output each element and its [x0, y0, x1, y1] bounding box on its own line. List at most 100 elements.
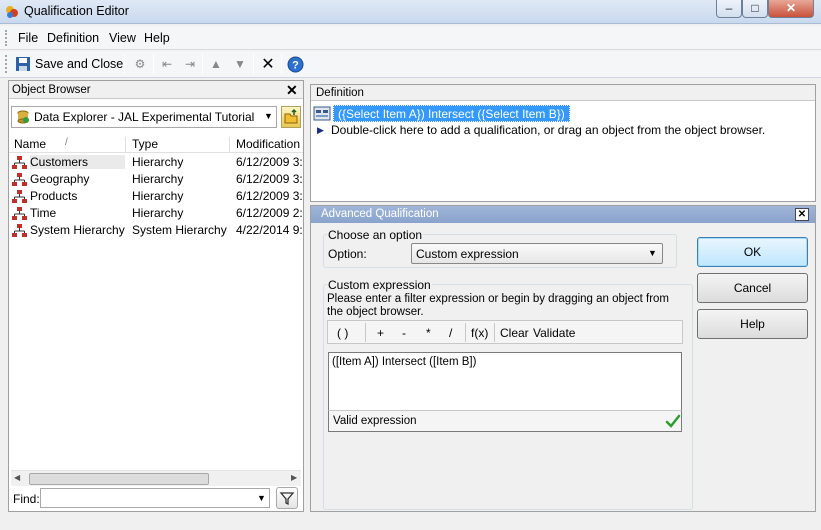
table-row[interactable]: Products Hierarchy 6/12/2009 3:3	[9, 188, 303, 205]
app-icon	[6, 6, 18, 18]
row-name: System Hierarchy	[30, 223, 125, 237]
minus-button[interactable]: -	[402, 326, 406, 340]
save-close-button[interactable]: Save and Close	[15, 54, 123, 74]
save-icon	[16, 57, 30, 71]
row-modified: 6/12/2009 2:4	[236, 206, 303, 220]
option-label: Option:	[328, 247, 367, 261]
option-select[interactable]: Custom expression ▼	[411, 243, 663, 264]
row-modified: 6/12/2009 3:3	[236, 172, 303, 186]
hierarchy-icon	[12, 224, 27, 237]
minimize-button[interactable]: –	[716, 0, 742, 18]
add-arrow-icon: ▶	[317, 125, 324, 135]
row-modified: 6/12/2009 3:3	[236, 189, 303, 203]
definition-expression[interactable]: ({Select Item A}) Intersect ({Select Ite…	[333, 105, 570, 122]
definition-header: Definition	[311, 85, 815, 101]
check-icon	[665, 414, 681, 428]
find-label: Find:	[13, 492, 40, 506]
row-name: Time	[30, 206, 57, 220]
datasource-select[interactable]: Data Explorer - JAL Experimental Tutoria…	[11, 106, 277, 128]
definition-title: Definition	[316, 87, 364, 99]
toolbar-separator	[202, 54, 203, 74]
hierarchy-icon	[12, 156, 27, 169]
advanced-qualification-panel: Advanced Qualification ✕ Choose an optio…	[310, 205, 816, 512]
advanced-close-icon[interactable]: ✕	[795, 208, 809, 221]
move-up-icon[interactable]: ▲	[207, 55, 225, 73]
scroll-left-icon[interactable]: ◀	[14, 473, 20, 482]
table-row[interactable]: Geography Hierarchy 6/12/2009 3:3	[9, 171, 303, 188]
divide-button[interactable]: /	[449, 326, 452, 340]
cancel-button[interactable]: Cancel	[697, 273, 808, 303]
object-browser-title: Object Browser	[12, 84, 91, 96]
menu-grip	[5, 30, 8, 46]
help-icon[interactable]: ?	[287, 56, 304, 73]
menu-help[interactable]: Help	[144, 31, 170, 45]
maximize-button[interactable]: □	[742, 0, 768, 18]
definition-panel: Definition ({Select Item A}) Intersect (…	[310, 84, 816, 202]
table-row[interactable]: Time Hierarchy 6/12/2009 2:4	[9, 205, 303, 222]
ok-button[interactable]: OK	[697, 237, 808, 267]
scrollbar-thumb[interactable]	[29, 473, 209, 485]
row-modified: 4/22/2014 9:5	[236, 223, 303, 237]
advanced-qualification-title: Advanced Qualification	[321, 208, 439, 220]
help-button[interactable]: Help	[697, 309, 808, 339]
row-modified: 6/12/2009 3:2	[236, 155, 303, 169]
filter-icon	[279, 492, 295, 506]
filter-button[interactable]	[276, 487, 298, 509]
datasource-icon	[17, 110, 29, 124]
svg-text:?: ?	[292, 60, 299, 72]
toolbar: Save and Close ⚙ ⇤ ⇥ ▲ ▼ ✕ ?	[0, 51, 821, 78]
open-folder-button[interactable]	[281, 106, 301, 128]
menu-definition[interactable]: Definition	[47, 31, 99, 45]
toolbar-separator	[253, 54, 254, 74]
row-name: Customers	[30, 155, 125, 169]
row-name: Geography	[30, 172, 90, 186]
hierarchy-icon	[12, 173, 27, 186]
delete-icon[interactable]: ✕	[259, 55, 277, 73]
function-button[interactable]: f(x)	[471, 326, 488, 340]
validate-button[interactable]: Validate	[533, 326, 575, 340]
set-operator-icon	[313, 106, 331, 121]
operator-separator	[365, 323, 366, 342]
menu-bar: File Definition View Help	[0, 26, 821, 50]
datasource-value: Data Explorer - JAL Experimental Tutoria…	[34, 110, 255, 124]
table-row[interactable]: System Hierarchy System Hierarchy 4/22/201…	[9, 222, 303, 239]
multiply-button[interactable]: *	[426, 326, 431, 340]
find-input[interactable]: ▼	[40, 488, 270, 508]
indent-icon[interactable]: ⇤	[158, 55, 176, 73]
object-browser-close-icon[interactable]: ✕	[286, 82, 298, 99]
plus-button[interactable]: +	[377, 326, 384, 340]
outdent-icon[interactable]: ⇥	[181, 55, 199, 73]
column-header-name[interactable]: Name /	[9, 137, 126, 153]
clear-button[interactable]: Clear	[500, 326, 529, 340]
operator-bar: ( ) + - * / f(x) Clear Validate	[327, 320, 683, 344]
move-down-icon[interactable]: ▼	[231, 55, 249, 73]
operator-separator	[465, 323, 466, 342]
choose-option-title: Choose an option	[327, 228, 424, 242]
row-type: Hierarchy	[132, 189, 184, 203]
menu-view[interactable]: View	[109, 31, 136, 45]
toolbar-separator	[281, 54, 282, 74]
operator-separator	[494, 323, 495, 342]
chevron-down-icon: ▼	[648, 248, 657, 258]
toolbar-separator	[124, 54, 125, 74]
chevron-down-icon: ▼	[257, 493, 266, 503]
validation-status-text: Valid expression	[333, 415, 417, 427]
find-objects-icon[interactable]: ⚙	[131, 55, 149, 73]
title-bar: Qualification Editor – □ ✕	[0, 0, 821, 24]
window-title: Qualification Editor	[24, 4, 129, 18]
save-close-label: Save and Close	[35, 57, 124, 71]
row-type: Hierarchy	[132, 206, 184, 220]
toolbar-grip	[5, 55, 8, 73]
parentheses-button[interactable]: ( )	[337, 326, 348, 340]
option-select-value: Custom expression	[416, 247, 519, 261]
hierarchy-icon	[12, 190, 27, 203]
scroll-right-icon[interactable]: ▶	[291, 473, 297, 482]
hierarchy-icon	[12, 207, 27, 220]
menu-file[interactable]: File	[18, 31, 38, 45]
column-header-modification[interactable]: Modification	[231, 137, 303, 153]
definition-hint[interactable]: Double-click here to add a qualification…	[331, 123, 765, 137]
column-header-type[interactable]: Type	[127, 137, 230, 153]
horizontal-scrollbar[interactable]: ◀ ▶	[11, 470, 301, 486]
table-row[interactable]: Customers Hierarchy 6/12/2009 3:2	[9, 154, 303, 171]
window-close-button[interactable]: ✕	[768, 0, 814, 18]
